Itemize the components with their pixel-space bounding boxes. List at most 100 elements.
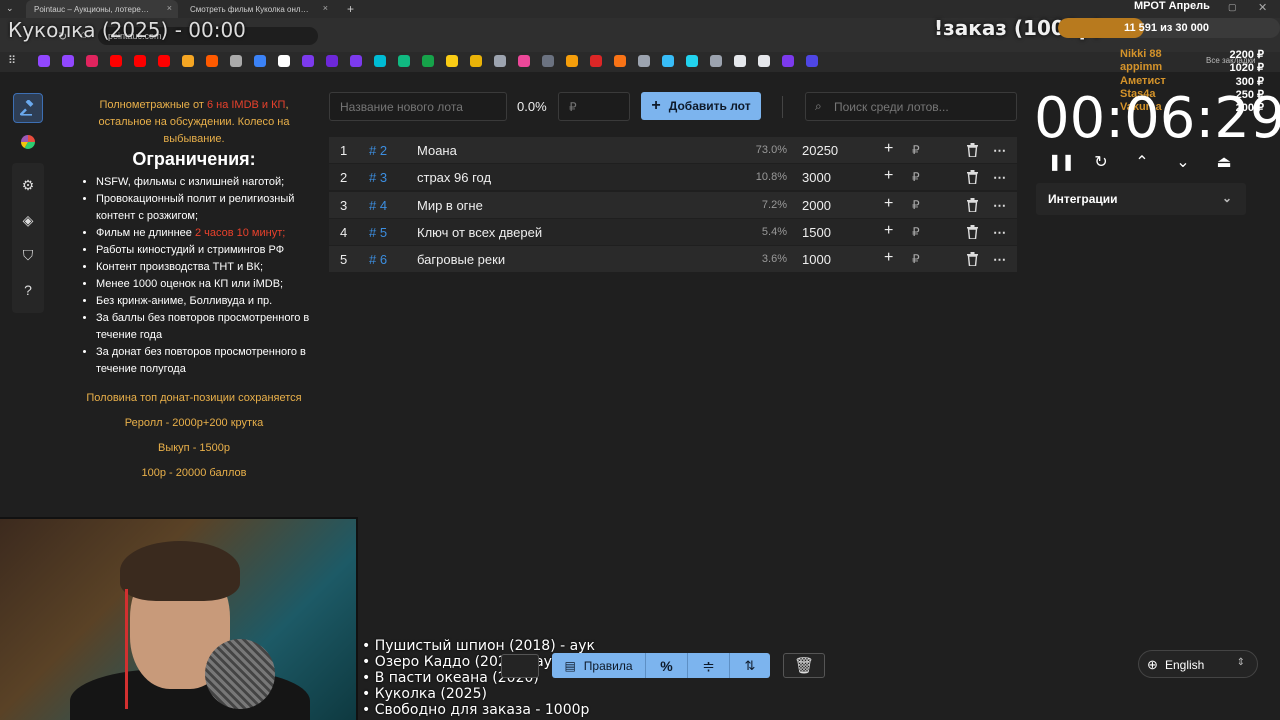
bookmark-favicon[interactable]	[566, 55, 578, 67]
bookmark-favicon[interactable]	[782, 55, 794, 67]
currency-icon[interactable]: ₽	[912, 143, 920, 157]
timer-up-button[interactable]: ⌃	[1131, 152, 1153, 172]
bookmark-favicon[interactable]	[326, 55, 338, 67]
close-icon[interactable]: ×	[167, 3, 172, 13]
new-lot-amount-input[interactable]	[558, 92, 630, 121]
bookmark-favicon[interactable]	[110, 55, 122, 67]
trash-icon[interactable]	[966, 170, 979, 187]
split-button[interactable]: ≑	[688, 653, 729, 678]
close-window-icon[interactable]: ✕	[1258, 1, 1267, 14]
sort-button[interactable]: ⇅	[730, 653, 770, 678]
lot-row[interactable]: 4 # 5 Ключ от всех дверей 5.4% 1500 + ₽ ⋯	[329, 218, 1017, 245]
bookmark-favicon[interactable]	[278, 55, 290, 67]
bookmark-favicon[interactable]	[806, 55, 818, 67]
bookmark-favicon[interactable]	[662, 55, 674, 67]
bookmark-favicon[interactable]	[686, 55, 698, 67]
bookmark-favicon[interactable]	[62, 55, 74, 67]
bookmark-favicon[interactable]	[518, 55, 530, 67]
bookmark-favicon[interactable]	[182, 55, 194, 67]
bookmark-favicon[interactable]	[302, 55, 314, 67]
bookmark-favicon[interactable]	[470, 55, 482, 67]
close-icon[interactable]: ×	[323, 3, 328, 13]
lot-name[interactable]: Мир в огне	[417, 198, 483, 213]
lot-id[interactable]: # 5	[369, 225, 387, 240]
bookmark-favicon[interactable]	[86, 55, 98, 67]
bookmark-favicon[interactable]	[758, 55, 770, 67]
bookmark-favicon[interactable]	[374, 55, 386, 67]
lot-name[interactable]: багровые реки	[417, 252, 505, 267]
lot-amount[interactable]: 1500	[802, 225, 831, 240]
timer-max-button[interactable]: ⏏	[1213, 152, 1235, 172]
timer-down-button[interactable]: ⌄	[1172, 152, 1194, 172]
new-lot-name-input[interactable]	[329, 92, 507, 121]
more-options-icon[interactable]: ⋯	[993, 252, 1006, 268]
trash-icon[interactable]	[966, 224, 979, 242]
new-tab-plus-icon[interactable]: +	[347, 2, 354, 16]
more-options-icon[interactable]: ⋯	[993, 225, 1006, 241]
more-options-icon[interactable]: ⋯	[993, 170, 1006, 186]
bookmark-favicon[interactable]	[206, 55, 218, 67]
clear-lots-button[interactable]: 🗑	[783, 653, 825, 678]
lot-name[interactable]: страх 96 год	[417, 170, 491, 185]
more-options-icon[interactable]: ⋯	[993, 198, 1006, 214]
trash-icon[interactable]	[966, 252, 979, 269]
lot-amount[interactable]: 20250	[802, 143, 838, 158]
bookmark-favicon[interactable]	[350, 55, 362, 67]
add-amount-plus-icon[interactable]: +	[884, 222, 893, 240]
trash-icon[interactable]	[966, 143, 979, 160]
search-lots-field[interactable]: ⌕ Поиск среди лотов...	[805, 92, 1017, 121]
language-select[interactable]: ⊕ English ⇕	[1138, 650, 1258, 678]
trash-icon[interactable]	[966, 197, 979, 215]
nav-auction-hammer[interactable]	[13, 93, 43, 123]
add-amount-plus-icon[interactable]: +	[884, 167, 893, 185]
bookmark-favicon[interactable]	[254, 55, 266, 67]
tab-pointauc[interactable]: Pointauc – Аукционы, лотере… ×	[26, 0, 178, 18]
lot-amount[interactable]: 3000	[802, 170, 831, 185]
bookmark-favicon[interactable]	[446, 55, 458, 67]
lot-name[interactable]: Моана	[417, 143, 457, 158]
lot-id[interactable]: # 2	[369, 143, 387, 158]
tab-list-chevron-icon[interactable]: ⌄	[6, 3, 14, 14]
pause-button[interactable]: ❚❚	[1048, 152, 1075, 172]
bookmark-favicon[interactable]	[230, 55, 242, 67]
lot-row[interactable]: 5 # 6 багровые реки 3.6% 1000 + ₽ ⋯	[329, 246, 1017, 273]
bookmark-favicon[interactable]	[542, 55, 554, 67]
nav-settings[interactable]: ⚙	[13, 170, 43, 200]
lot-id[interactable]: # 3	[369, 170, 387, 185]
lot-row[interactable]: 2 # 3 страх 96 год 10.8% 3000 + ₽ ⋯	[329, 164, 1017, 191]
tab-movie[interactable]: Смотреть фильм Куколка онл… ×	[182, 0, 334, 18]
nav-layers[interactable]: ◈	[13, 205, 43, 235]
bookmark-favicon[interactable]	[422, 55, 434, 67]
history-button[interactable]	[501, 654, 539, 678]
bookmark-favicon[interactable]	[158, 55, 170, 67]
percent-button[interactable]: %	[646, 653, 687, 678]
bookmark-favicon[interactable]	[590, 55, 602, 67]
currency-icon[interactable]: ₽	[912, 225, 920, 239]
add-amount-plus-icon[interactable]: +	[884, 195, 893, 213]
more-options-icon[interactable]: ⋯	[993, 143, 1006, 159]
add-lot-button[interactable]: + Добавить лот	[641, 92, 761, 120]
lot-id[interactable]: # 6	[369, 252, 387, 267]
bookmark-favicon[interactable]	[494, 55, 506, 67]
lot-row[interactable]: 3 # 4 Мир в огне 7.2% 2000 + ₽ ⋯	[329, 191, 1017, 218]
lot-amount[interactable]: 1000	[802, 252, 831, 267]
nav-security[interactable]: ⛉	[13, 240, 43, 270]
lot-name[interactable]: Ключ от всех дверей	[417, 225, 542, 240]
bookmark-favicon[interactable]	[734, 55, 746, 67]
integrations-accordion[interactable]: Интеграции ⌄	[1036, 183, 1246, 215]
bookmark-favicon[interactable]	[38, 55, 50, 67]
rules-button[interactable]: ▤ Правила	[552, 653, 645, 678]
apps-grid-icon[interactable]: ⠿	[8, 54, 16, 67]
currency-icon[interactable]: ₽	[912, 170, 920, 184]
bookmark-favicon[interactable]	[638, 55, 650, 67]
bookmark-favicon[interactable]	[710, 55, 722, 67]
nav-help[interactable]: ?	[13, 275, 43, 305]
lot-id[interactable]: # 4	[369, 198, 387, 213]
bookmark-favicon[interactable]	[134, 55, 146, 67]
nav-wheel[interactable]	[13, 127, 43, 157]
currency-icon[interactable]: ₽	[912, 198, 920, 212]
restore-window-icon[interactable]: ▢	[1228, 2, 1237, 13]
bookmark-favicon[interactable]	[398, 55, 410, 67]
add-amount-plus-icon[interactable]: +	[884, 140, 893, 158]
lot-amount[interactable]: 2000	[802, 198, 831, 213]
